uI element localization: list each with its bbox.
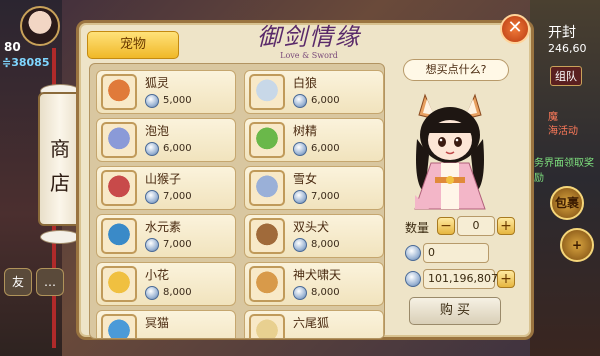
player-avatar[interactable] (20, 6, 60, 46)
friend-button[interactable]: 友 (4, 268, 32, 296)
location-name: 开封 (548, 25, 576, 41)
bag-label: 包裹 (554, 196, 579, 210)
pet-thumbnail-icon (249, 74, 285, 110)
coin-icon (293, 190, 307, 204)
pet-name: 小花 (145, 268, 170, 282)
item-list[interactable]: 狐灵 5,000 白狼 6,000 泡泡 6,000 树精 6,000 山猴子 7,000 雪女 7,… (89, 63, 385, 339)
pet-thumbnail-icon (101, 170, 137, 206)
player-level: 80 (4, 40, 21, 54)
pet-name: 山猴子 (145, 172, 182, 186)
pet-price: 7,000 (163, 191, 192, 202)
pet-name: 六尾狐 (293, 316, 330, 330)
coin-icon (145, 286, 159, 300)
pet-name: 树精 (293, 124, 318, 138)
pet-thumbnail-icon (101, 218, 137, 254)
pet-thumbnail-icon (101, 314, 137, 338)
pet-item-card[interactable]: 泡泡 6,000 (96, 118, 236, 162)
chat-button[interactable]: … (36, 268, 64, 296)
task-hint: 魔 (548, 112, 558, 123)
combat-power: ≑38085 (2, 56, 50, 69)
pet-item-card[interactable]: 雪女 7,000 (244, 166, 384, 210)
coin-icon (145, 190, 159, 204)
pet-name: 雪女 (293, 172, 318, 186)
npc-speech-bubble: 想买点什么? (403, 59, 509, 81)
balance-coin-icon (405, 271, 421, 287)
shopkeeper-npc (414, 93, 486, 210)
coin-icon (293, 94, 307, 108)
pet-price: 6,000 (311, 95, 340, 106)
pet-thumbnail-icon (249, 170, 285, 206)
pet-price: 5,000 (163, 95, 192, 106)
quantity-plus-button[interactable]: + (497, 217, 515, 235)
pet-thumbnail-icon (101, 266, 137, 302)
logo-title: 御剑情缘 (257, 23, 361, 51)
pet-thumbnail-icon (249, 314, 285, 338)
left-hud: 80 ≑38085 商 店 友 … (0, 0, 82, 356)
pet-item-card[interactable]: 双头犬 8,000 (244, 214, 384, 258)
squad-button[interactable]: 组队 (550, 66, 582, 86)
coin-icon (145, 94, 159, 108)
pet-name: 狐灵 (145, 76, 170, 90)
pet-item-card[interactable]: 小花 8,000 (96, 262, 236, 306)
shop-label-1: 商 (50, 137, 70, 161)
pet-price: 7,000 (163, 239, 192, 250)
pet-name: 水元素 (145, 220, 182, 234)
pet-item-card[interactable]: 六尾狐 (244, 310, 384, 338)
pet-thumbnail-icon (101, 122, 137, 158)
location-coords: 246,60 (548, 42, 587, 55)
logo-subtitle: Love & Sword (280, 51, 338, 60)
cost-coin-icon (405, 245, 421, 261)
add-button[interactable]: + (560, 228, 594, 262)
pet-item-card[interactable]: 水元素 7,000 (96, 214, 236, 258)
recharge-button[interactable]: + (497, 270, 515, 288)
reward-link[interactable]: 务界面领取奖励 (534, 154, 600, 184)
pet-name: 冥猫 (145, 316, 170, 330)
pet-thumbnail-icon (249, 122, 285, 158)
bag-button[interactable]: 包裹 (550, 186, 584, 220)
pet-name: 泡泡 (145, 124, 170, 138)
coin-icon (145, 238, 159, 252)
coin-icon (293, 142, 307, 156)
close-button[interactable]: ✕ (500, 14, 530, 44)
pet-thumbnail-icon (101, 74, 137, 110)
pet-item-card[interactable]: 山猴子 7,000 (96, 166, 236, 210)
coin-icon (293, 286, 307, 300)
coin-icon (145, 142, 159, 156)
pet-price: 6,000 (163, 143, 192, 154)
total-cost-field: 0 (423, 243, 489, 263)
scroll-bottom-ornament (40, 230, 80, 244)
shop-panel: 宠物 御剑情缘 Love & Sword 狐灵 5,000 白狼 6,000 泡泡 6,0… (76, 20, 534, 340)
event-text[interactable]: 海活动 (548, 122, 578, 137)
pet-price: 6,000 (311, 143, 340, 154)
pet-price: 7,000 (311, 191, 340, 202)
pet-thumbnail-icon (249, 266, 285, 302)
pet-price: 8,000 (311, 287, 340, 298)
pet-item-card[interactable]: 神犬啸天 8,000 (244, 262, 384, 306)
shop-label-2: 店 (50, 171, 70, 195)
game-screen: 80 ≑38085 商 店 友 … 开封 246,60 组队 魔 海活动 务界面… (0, 0, 600, 356)
pet-name: 神犬啸天 (293, 268, 342, 282)
coin-icon (293, 238, 307, 252)
pet-name: 白狼 (293, 76, 318, 90)
quantity-input[interactable]: 0 (457, 216, 495, 236)
game-logo: 御剑情缘 Love & Sword (229, 23, 389, 61)
quantity-minus-button[interactable]: − (437, 217, 455, 235)
pet-name: 双头犬 (293, 220, 330, 234)
pet-price: 8,000 (311, 239, 340, 250)
right-hud: 开封 246,60 组队 魔 海活动 务界面领取奖励 包裹 + (530, 0, 600, 356)
pet-thumbnail-icon (249, 218, 285, 254)
pet-item-card[interactable]: 冥猫 (96, 310, 236, 338)
coin-balance: 101,196,807 (423, 269, 498, 289)
buy-button[interactable]: 购 买 (409, 297, 501, 325)
pet-item-card[interactable]: 树精 6,000 (244, 118, 384, 162)
pet-item-card[interactable]: 白狼 6,000 (244, 70, 384, 114)
pet-item-card[interactable]: 狐灵 5,000 (96, 70, 236, 114)
quantity-label: 数量 (405, 221, 430, 235)
tab-pets[interactable]: 宠物 (87, 31, 179, 59)
pet-price: 8,000 (163, 287, 192, 298)
